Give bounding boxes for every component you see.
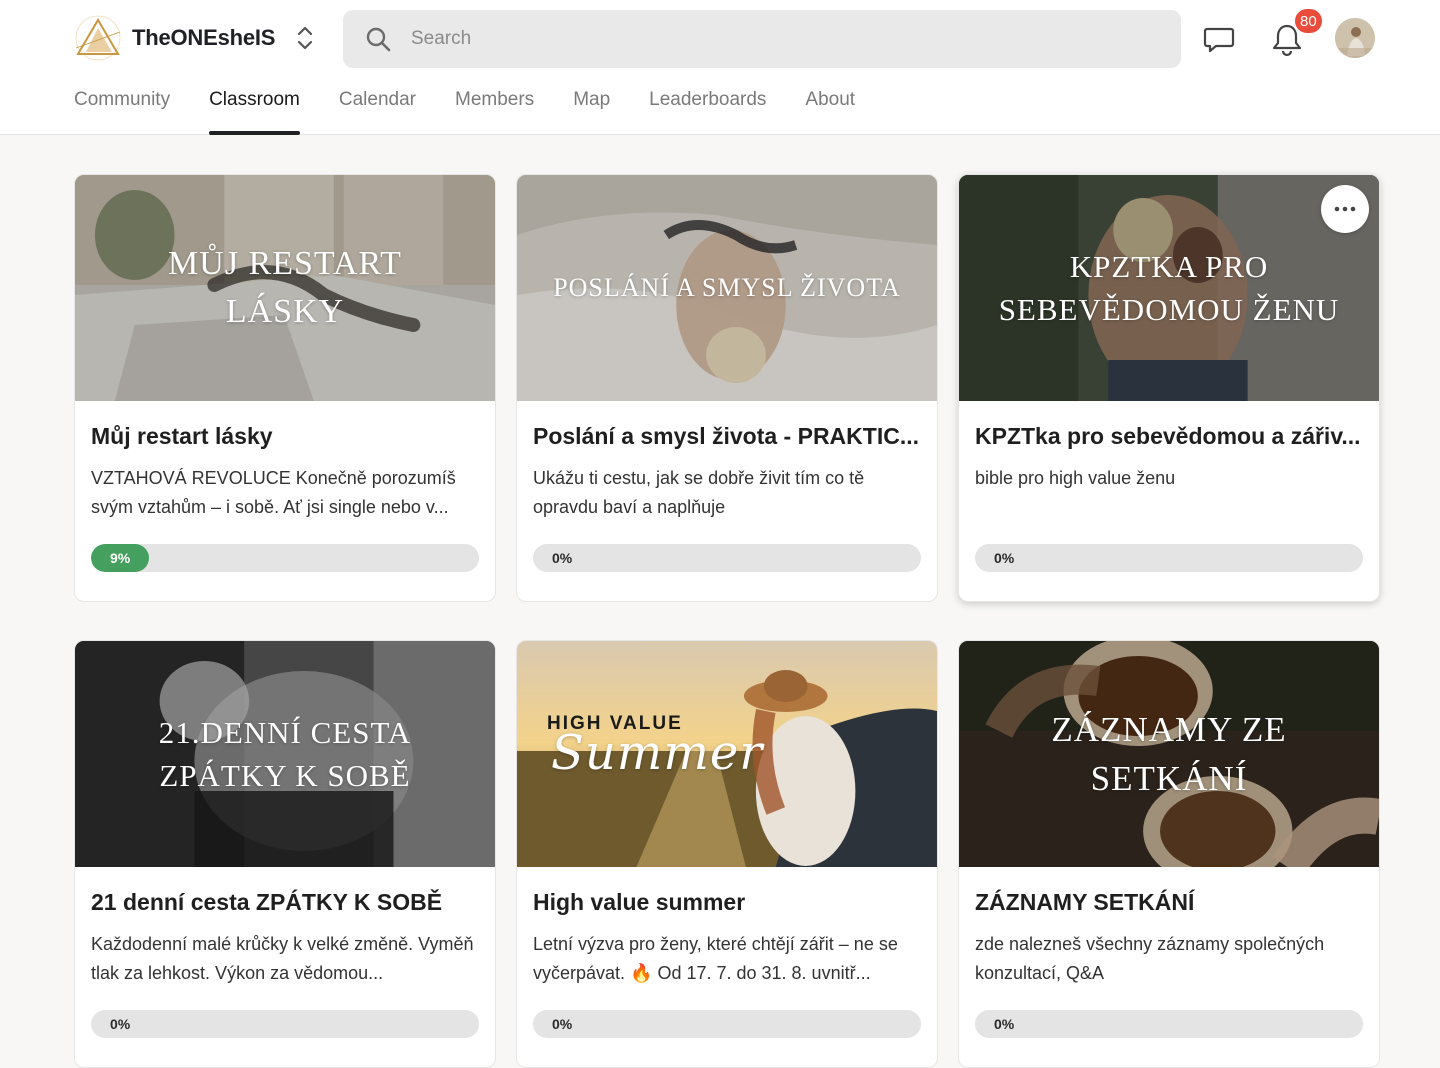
course-title: Poslání a smysl života - PRAKTIC... — [533, 423, 919, 449]
course-progress-label: 0% — [552, 550, 573, 566]
course-cover-image: HIGH VALUE Summer — [517, 641, 937, 867]
course-progress-bar: 0% — [533, 1010, 921, 1038]
tab-map[interactable]: Map — [573, 86, 610, 135]
chat-bubble-icon[interactable] — [1202, 22, 1236, 56]
course-description: Ukážu ti cestu, jak se dobře živit tím c… — [533, 468, 865, 517]
course-title: ZÁZNAMY SETKÁNÍ — [975, 889, 1195, 915]
course-cover-image: ZÁZNAMY ZE SETKÁNÍ — [959, 641, 1379, 867]
course-title: 21 denní cesta ZPÁTKY K SOBĚ — [91, 889, 443, 915]
course-progress-label: 9% — [110, 550, 131, 566]
course-cover-image: MŮJ RESTART LÁSKY — [75, 175, 495, 401]
course-title: Můj restart lásky — [91, 423, 273, 449]
course-description: Letní výzva pro ženy, které chtějí zářit… — [533, 934, 898, 983]
course-title: KPZTka pro sebevědomou a zářiv... — [975, 423, 1361, 449]
more-horizontal-icon[interactable] — [1321, 185, 1369, 233]
course-cover-title: KPZTKA PRO SEBEVĚDOMOU ŽENU — [998, 248, 1340, 327]
tab-community[interactable]: Community — [74, 86, 170, 135]
course-progress-label: 0% — [994, 1016, 1015, 1032]
course-progress-bar: 9% — [91, 544, 479, 572]
course-cover-title: MŮJ RESTART LÁSKY — [168, 245, 402, 330]
course-progress-bar: 0% — [91, 1010, 479, 1038]
tab-leaderboards[interactable]: Leaderboards — [649, 86, 766, 135]
course-description: VZTAHOVÁ REVOLUCE Konečně porozumíš svým… — [91, 468, 456, 517]
course-cover-title: 21.DENNÍ CESTA ZPÁTKY K SOBĚ — [158, 714, 412, 793]
course-progress-label: 0% — [552, 1016, 573, 1032]
chevron-up-down-icon[interactable] — [293, 24, 317, 52]
cover-text-summer: Summer — [551, 724, 764, 781]
top-header: TheONEsheIS 80 Community Classroom Calen… — [0, 0, 1440, 135]
course-cover-title: ZÁZNAMY ZE SETKÁNÍ — [1051, 710, 1287, 798]
course-progress-label: 0% — [110, 1016, 131, 1032]
main-navigation: Community Classroom Calendar Members Map… — [74, 86, 894, 135]
course-card[interactable]: ZÁZNAMY ZE SETKÁNÍ ZÁZNAMY SETKÁNÍ zde n… — [958, 640, 1380, 1068]
course-description: zde nalezneš všechny záznamy společných … — [975, 934, 1325, 983]
course-cover-title: HIGH VALUE Summer — [517, 641, 937, 867]
tab-about[interactable]: About — [805, 86, 855, 135]
search-icon — [366, 27, 391, 52]
course-description: bible pro high value ženu — [975, 468, 1176, 488]
tab-members[interactable]: Members — [455, 86, 534, 135]
course-card[interactable]: HIGH VALUE Summer High value summer Letn… — [516, 640, 938, 1068]
user-avatar[interactable] — [1335, 18, 1375, 58]
course-progress-label: 0% — [994, 550, 1015, 566]
course-description: Každodenní malé krůčky k velké změně. Vy… — [91, 934, 474, 983]
tab-classroom[interactable]: Classroom — [209, 86, 300, 135]
course-card[interactable]: POSLÁNÍ A SMYSL ŽIVOTA Poslání a smysl ž… — [516, 174, 938, 602]
triangle-logo-icon — [75, 15, 121, 61]
course-card[interactable]: 21.DENNÍ CESTA ZPÁTKY K SOBĚ 21 denní ce… — [74, 640, 496, 1068]
course-cover-title: POSLÁNÍ A SMYSL ŽIVOTA — [553, 272, 901, 302]
search-bar[interactable] — [343, 10, 1181, 68]
course-cover-image: POSLÁNÍ A SMYSL ŽIVOTA — [517, 175, 937, 401]
course-cover-image: 21.DENNÍ CESTA ZPÁTKY K SOBĚ — [75, 641, 495, 867]
tab-calendar[interactable]: Calendar — [339, 86, 416, 135]
course-title: High value summer — [533, 889, 746, 915]
course-progress-bar: 0% — [533, 544, 921, 572]
course-card[interactable]: MŮJ RESTART LÁSKY Můj restart lásky VZTA… — [74, 174, 496, 602]
course-card[interactable]: KPZTKA PRO SEBEVĚDOMOU ŽENU KPZTka pro s… — [958, 174, 1380, 602]
community-name: TheONEsheIS — [132, 25, 276, 50]
notification-count-badge: 80 — [1293, 7, 1324, 35]
community-brand[interactable]: TheONEsheIS — [72, 12, 275, 64]
course-cover-image: KPZTKA PRO SEBEVĚDOMOU ŽENU — [959, 175, 1379, 401]
search-input[interactable] — [411, 28, 1131, 50]
course-progress-bar: 0% — [975, 1010, 1363, 1038]
course-progress-bar: 0% — [975, 544, 1363, 572]
